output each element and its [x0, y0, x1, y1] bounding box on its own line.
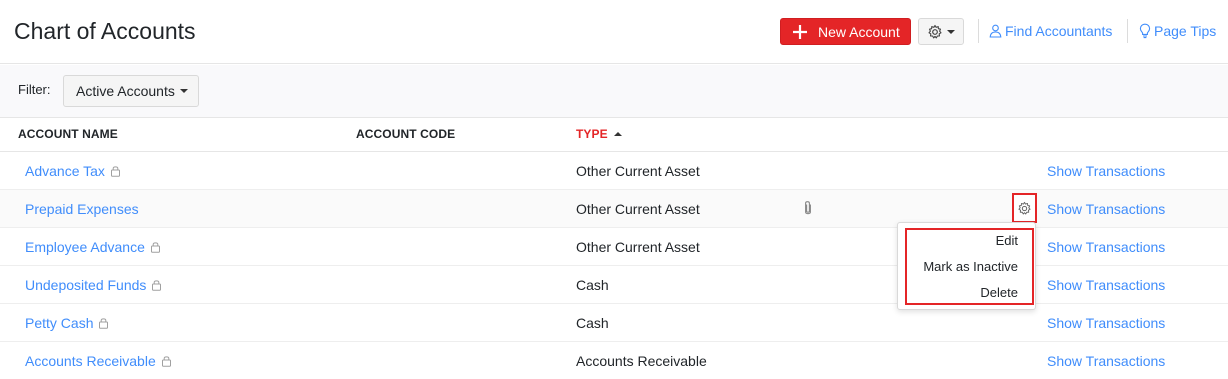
- table-row: Employee Advance Other Current Asset Sho…: [0, 228, 1228, 266]
- row-actions-menu: Edit Mark as Inactive Delete: [897, 222, 1036, 310]
- account-name-link[interactable]: Employee Advance: [25, 239, 161, 255]
- settings-dropdown-button[interactable]: [918, 18, 964, 45]
- account-name-link[interactable]: Advance Tax: [25, 163, 121, 179]
- show-transactions-link[interactable]: Show Transactions: [1047, 353, 1165, 369]
- gear-icon: [1018, 201, 1031, 214]
- show-transactions-link[interactable]: Show Transactions: [1047, 201, 1165, 217]
- account-type: Other Current Asset: [576, 239, 700, 255]
- menu-item-delete[interactable]: Delete: [980, 285, 1018, 300]
- page-tips-label: Page Tips: [1154, 23, 1217, 39]
- account-type: Other Current Asset: [576, 163, 700, 179]
- divider: [978, 19, 979, 43]
- chart-of-accounts-page: Chart of Accounts New Account Find Accou…: [0, 0, 1228, 379]
- page-tips-link[interactable]: Page Tips: [1139, 23, 1216, 39]
- account-name-text: Employee Advance: [25, 239, 145, 255]
- table-header: ACCOUNT NAME ACCOUNT CODE TYPE: [0, 118, 1228, 152]
- chevron-down-icon: [179, 89, 188, 93]
- sort-ascending-icon: [613, 132, 622, 136]
- show-transactions-link[interactable]: Show Transactions: [1047, 277, 1165, 293]
- filter-bar: Filter: Active Accounts: [0, 65, 1228, 118]
- new-account-button[interactable]: New Account: [780, 18, 911, 45]
- gear-icon: [928, 24, 942, 38]
- account-type: Cash: [576, 277, 609, 293]
- account-type: Accounts Receivable: [576, 353, 707, 369]
- column-header-type[interactable]: TYPE: [576, 127, 622, 141]
- lock-icon: [152, 280, 162, 291]
- row-settings-button[interactable]: [1012, 193, 1037, 223]
- account-name-text: Accounts Receivable: [25, 353, 156, 369]
- table-row: Prepaid Expenses Other Current Asset Sho…: [0, 190, 1228, 228]
- page-title: Chart of Accounts: [14, 18, 196, 44]
- new-account-label: New Account: [818, 23, 900, 40]
- table-row: Undeposited Funds Cash Show Transactions: [0, 266, 1228, 304]
- lock-icon: [161, 356, 171, 367]
- person-icon: [989, 24, 1002, 38]
- account-name-link[interactable]: Undeposited Funds: [25, 277, 162, 293]
- menu-item-edit[interactable]: Edit: [996, 233, 1018, 248]
- find-accountants-label: Find Accountants: [1005, 23, 1113, 39]
- show-transactions-link[interactable]: Show Transactions: [1047, 315, 1165, 331]
- filter-dropdown[interactable]: Active Accounts: [63, 75, 199, 107]
- account-name-text: Prepaid Expenses: [25, 201, 139, 217]
- column-header-type-label: TYPE: [576, 127, 608, 141]
- account-name-link[interactable]: Accounts Receivable: [25, 353, 172, 369]
- divider: [1127, 19, 1128, 43]
- account-name-text: Petty Cash: [25, 315, 94, 331]
- page-header: Chart of Accounts New Account Find Accou…: [0, 0, 1228, 64]
- account-name-link[interactable]: Prepaid Expenses: [25, 201, 139, 217]
- account-name-link[interactable]: Petty Cash: [25, 315, 109, 331]
- table-row: Petty Cash Cash Show Transactions: [0, 304, 1228, 342]
- table-row: Advance Tax Other Current Asset Show Tra…: [0, 152, 1228, 190]
- chevron-down-icon: [947, 29, 955, 34]
- account-name-text: Undeposited Funds: [25, 277, 147, 293]
- lock-icon: [99, 318, 109, 329]
- find-accountants-link[interactable]: Find Accountants: [989, 23, 1112, 39]
- menu-item-mark-inactive[interactable]: Mark as Inactive: [923, 259, 1018, 274]
- account-type: Other Current Asset: [576, 201, 700, 217]
- lock-icon: [110, 166, 120, 177]
- filter-selected-value: Active Accounts: [76, 83, 175, 99]
- plus-icon: [793, 24, 807, 39]
- paperclip-icon[interactable]: [803, 200, 813, 217]
- show-transactions-link[interactable]: Show Transactions: [1047, 163, 1165, 179]
- lock-icon: [150, 242, 160, 253]
- lightbulb-icon: [1139, 23, 1151, 39]
- column-header-account-code[interactable]: ACCOUNT CODE: [356, 127, 455, 141]
- filter-label: Filter:: [18, 82, 51, 97]
- account-type: Cash: [576, 315, 609, 331]
- show-transactions-link[interactable]: Show Transactions: [1047, 239, 1165, 255]
- table-row: Accounts Receivable Accounts Receivable …: [0, 342, 1228, 379]
- column-header-account-name[interactable]: ACCOUNT NAME: [18, 127, 118, 141]
- account-name-text: Advance Tax: [25, 163, 105, 179]
